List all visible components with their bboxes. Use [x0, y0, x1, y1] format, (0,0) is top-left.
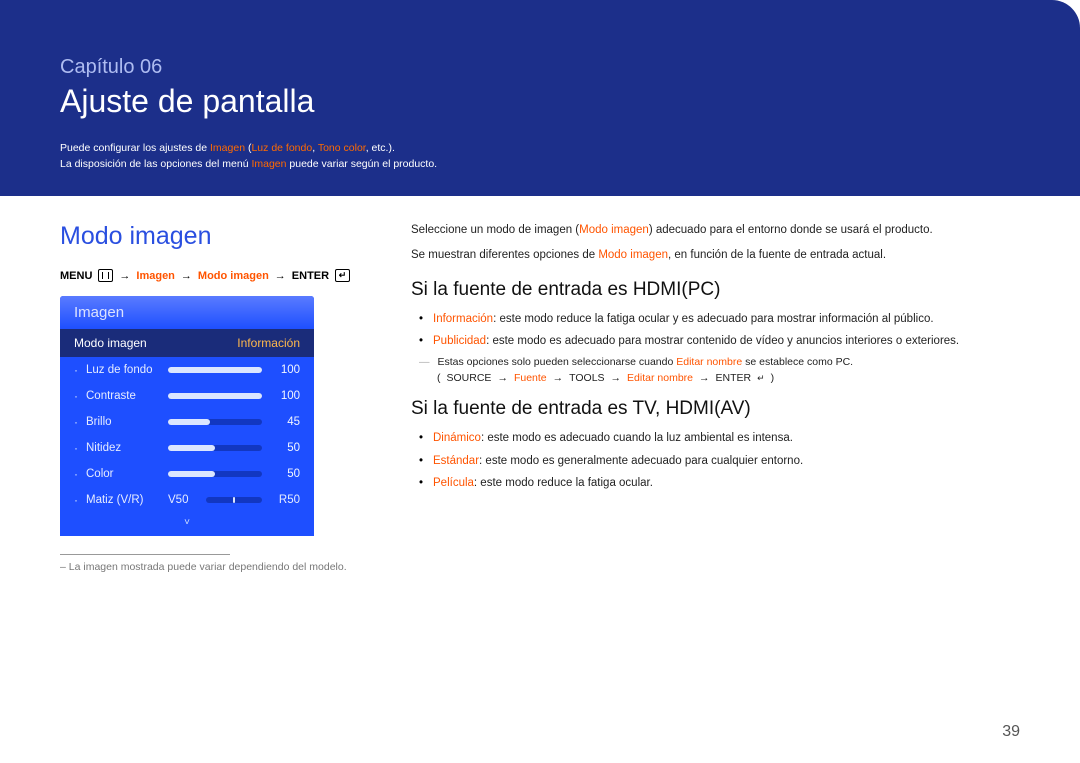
breadcrumb-modo: Modo imagen: [198, 270, 269, 282]
footnote: – La imagen mostrada puede variar depend…: [60, 561, 365, 573]
breadcrumb-menu: MENU: [60, 270, 92, 282]
osd-matiz-label: Matiz (V/R): [86, 494, 160, 506]
osd-matiz-v: V50: [168, 494, 198, 506]
chapter-label: Capítulo 06: [60, 56, 1020, 79]
osd-matiz-r: R50: [270, 494, 300, 506]
osd-panel: Imagen Modo imagen Información ·Luz de f…: [60, 296, 314, 536]
osd-row-value: 50: [270, 442, 300, 454]
breadcrumb: MENU → Imagen → Modo imagen → ENTER: [60, 269, 365, 282]
note-line: ― Estas opciones solo pueden seleccionar…: [411, 356, 1020, 368]
osd-selected-row[interactable]: Modo imagen Información: [60, 329, 314, 357]
breadcrumb-enter: ENTER: [292, 270, 329, 282]
desc-line-1: Seleccione un modo de imagen (Modo image…: [411, 222, 1020, 239]
subheading-hdmi-av: Si la fuente de entrada es TV, HDMI(AV): [411, 398, 1020, 420]
section-title: Modo imagen: [60, 222, 365, 251]
osd-selected-label: Modo imagen: [74, 336, 147, 350]
breadcrumb-imagen: Imagen: [136, 270, 175, 282]
osd-row-value: 100: [270, 390, 300, 402]
intro-line-2: La disposición de las opciones del menú …: [60, 158, 1020, 170]
osd-row[interactable]: ·Luz de fondo100: [60, 357, 314, 383]
enter-icon: [335, 269, 350, 282]
osd-row-matiz[interactable]: · Matiz (V/R) V50 R50: [60, 487, 314, 513]
page-number: 39: [1002, 723, 1020, 741]
osd-row-label: Contraste: [86, 390, 160, 402]
osd-row[interactable]: ·Nitidez50: [60, 435, 314, 461]
list-item: Dinámico: este modo es adecuado cuando l…: [433, 430, 1020, 447]
chapter-banner: Capítulo 06 Ajuste de pantalla Puede con…: [0, 0, 1080, 196]
chapter-title: Ajuste de pantalla: [60, 83, 1020, 120]
subheading-hdmi-pc: Si la fuente de entrada es HDMI(PC): [411, 279, 1020, 301]
chevron-down-icon[interactable]: ˅: [60, 513, 314, 536]
osd-row-value: 50: [270, 468, 300, 480]
osd-row[interactable]: ·Contraste100: [60, 383, 314, 409]
osd-row-value: 45: [270, 416, 300, 428]
osd-row-value: 100: [270, 364, 300, 376]
path-line: ( SOURCE → Fuente → TOOLS → Editar nombr…: [411, 372, 1020, 384]
osd-row-label: Color: [86, 468, 160, 480]
list-item: Publicidad: este modo es adecuado para m…: [433, 333, 1020, 350]
osd-row-label: Brillo: [86, 416, 160, 428]
list-item: Estándar: este modo es generalmente adec…: [433, 453, 1020, 470]
divider: [60, 554, 230, 555]
menu-icon: [98, 269, 113, 282]
osd-selected-value: Información: [237, 336, 300, 350]
osd-row-label: Nitidez: [86, 442, 160, 454]
enter-icon: [757, 372, 765, 384]
osd-row[interactable]: ·Color50: [60, 461, 314, 487]
osd-title: Imagen: [60, 296, 314, 329]
list-item: Película: este modo reduce la fatiga ocu…: [433, 475, 1020, 492]
intro-line-1: Puede configurar los ajustes de Imagen (…: [60, 142, 1020, 154]
desc-line-2: Se muestran diferentes opciones de Modo …: [411, 247, 1020, 264]
list-item: Información: este modo reduce la fatiga …: [433, 311, 1020, 328]
osd-row[interactable]: ·Brillo45: [60, 409, 314, 435]
osd-row-label: Luz de fondo: [86, 364, 160, 376]
